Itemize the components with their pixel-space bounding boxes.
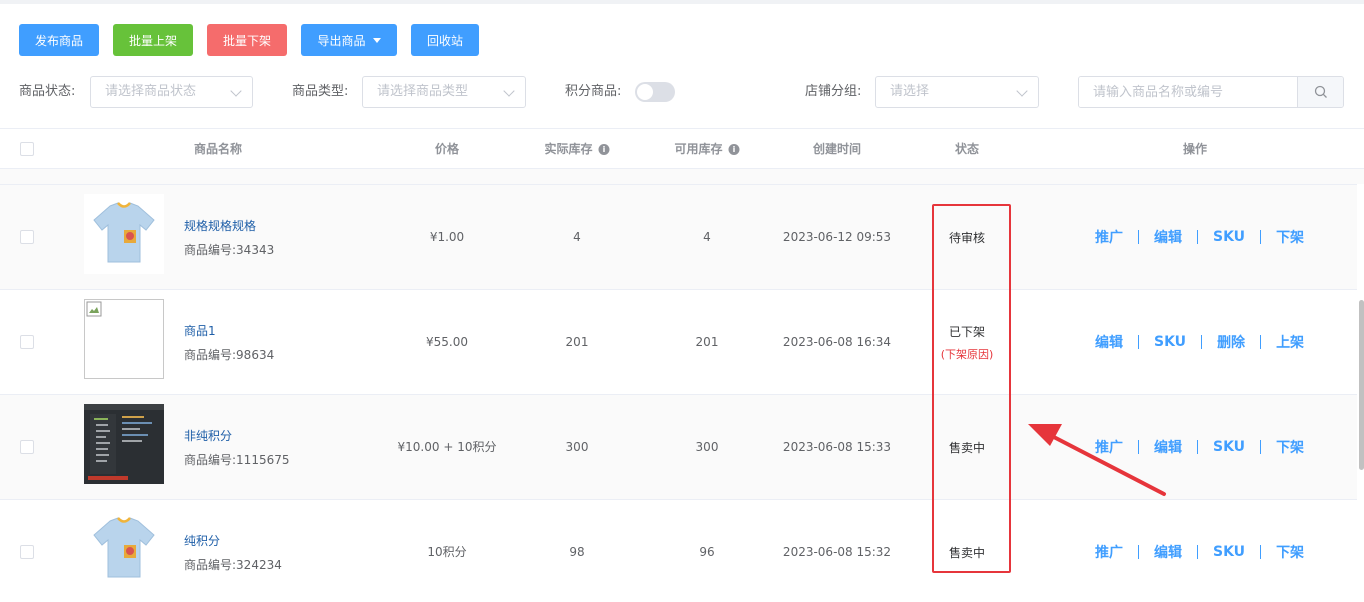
annotation-arrow-icon	[1028, 424, 1166, 496]
vertical-scrollbar[interactable]	[1359, 300, 1364, 470]
